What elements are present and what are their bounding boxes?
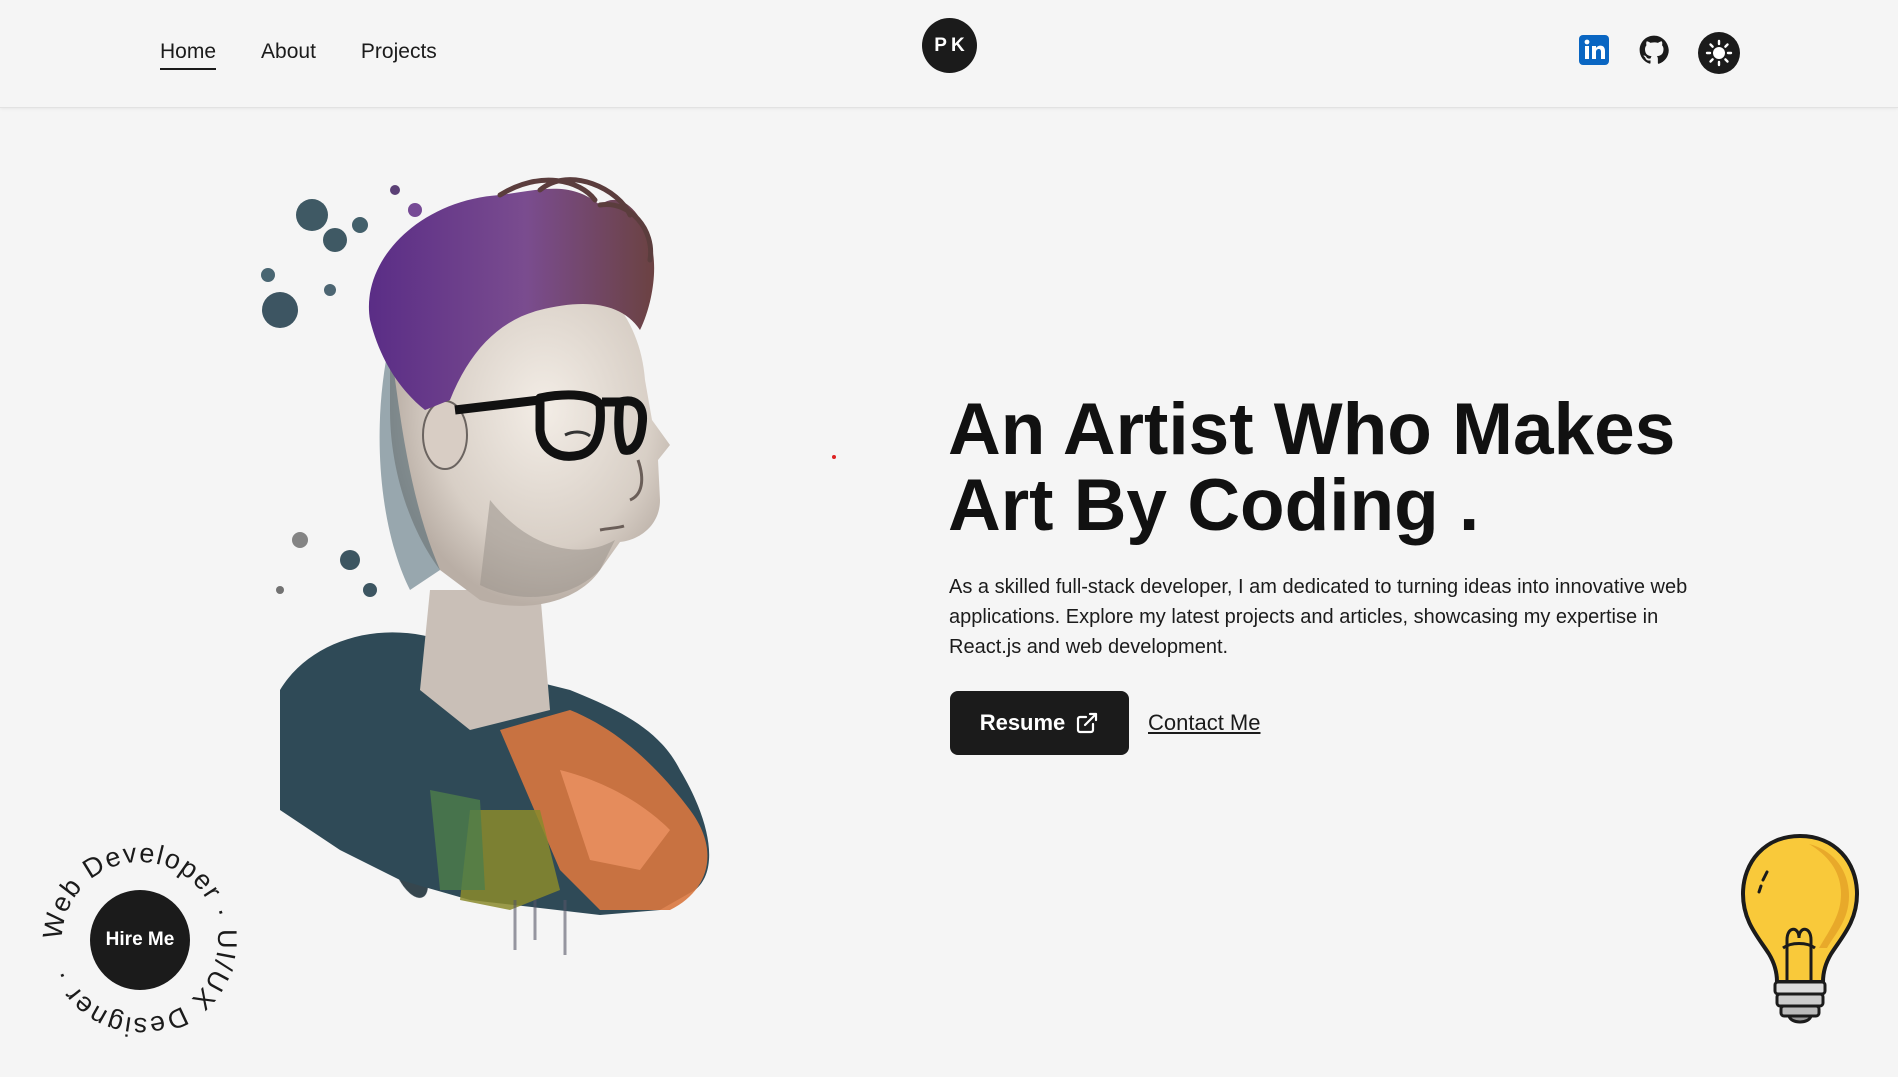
site-header: Home About Projects PK (0, 0, 1898, 108)
nav-about-link[interactable]: About (261, 40, 316, 70)
contact-me-link[interactable]: Contact Me (1148, 710, 1261, 736)
hero-title-line2: Art By Coding . (948, 465, 1480, 546)
social-links (1578, 34, 1670, 66)
github-icon[interactable] (1638, 34, 1670, 66)
hire-me-button[interactable]: Hire Me (90, 890, 190, 990)
hero-description: As a skilled full-stack developer, I am … (949, 576, 1688, 658)
theme-toggle-button[interactable] (1698, 32, 1740, 74)
nav-home-link[interactable]: Home (160, 40, 217, 70)
linkedin-icon[interactable] (1578, 34, 1610, 66)
decorative-dot (832, 455, 836, 459)
sun-icon (1705, 39, 1733, 67)
logo-badge[interactable]: PK (922, 18, 977, 73)
lightbulb-icon (1735, 830, 1865, 1040)
resume-button-label: Resume (979, 710, 1066, 735)
hero-portrait-illustration (240, 170, 800, 960)
hero-title-line1: An Artist Who Makes (948, 389, 1676, 470)
nav-projects-link[interactable]: Projects (361, 40, 437, 70)
resume-button[interactable]: Resume (950, 691, 1129, 755)
hero-title: An Artist Who Makes Art By Coding . (948, 392, 1768, 544)
main-nav: Home About Projects (160, 40, 437, 70)
external-link-icon (1077, 712, 1098, 734)
hire-me-badge: Web Developer · UI/UX Designer · Hire Me (37, 838, 240, 1042)
